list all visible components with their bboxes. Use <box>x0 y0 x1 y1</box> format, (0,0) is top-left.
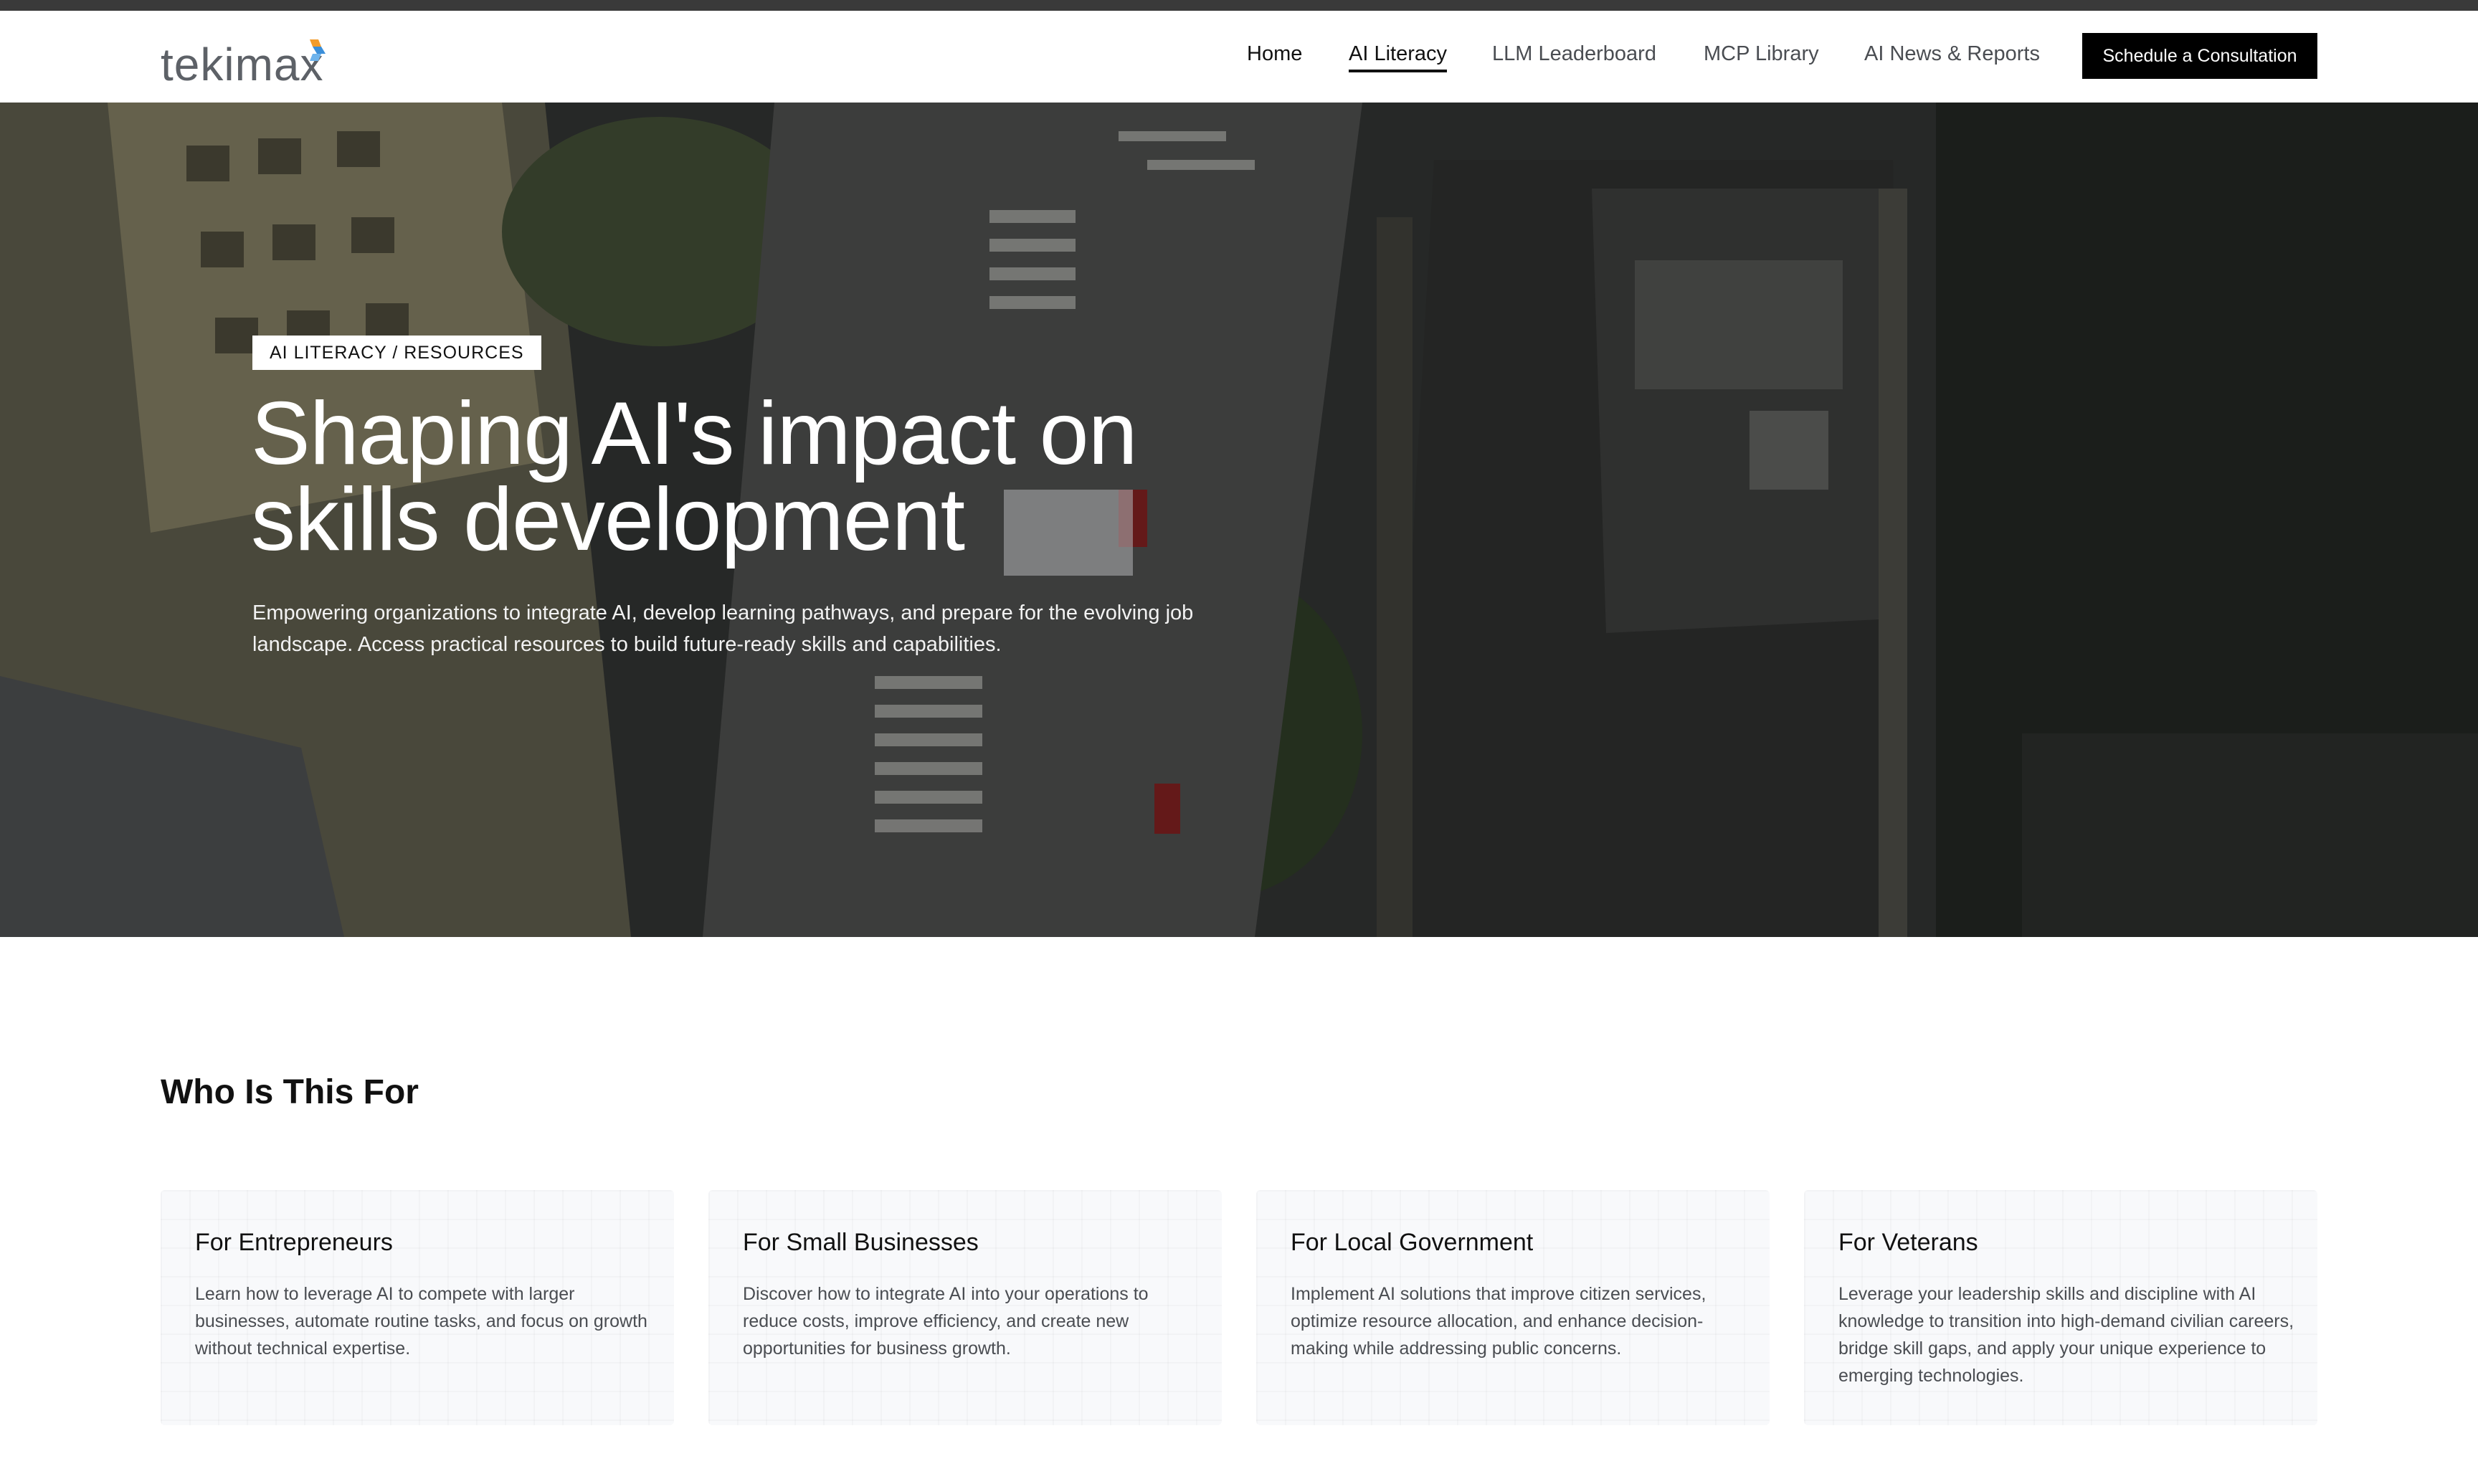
nav-home[interactable]: Home <box>1247 41 1302 67</box>
hero-title-line-2: skills development <box>251 470 965 569</box>
card-title: For Local Government <box>1291 1229 1534 1256</box>
brand-name: tekimax <box>161 39 324 90</box>
card-title: For Entrepreneurs <box>195 1229 393 1256</box>
active-tab-indicator <box>1349 70 1447 72</box>
nav-llm-leaderboard[interactable]: LLM Leaderboard <box>1492 41 1656 67</box>
card-description: Implement AI solutions that improve citi… <box>1291 1284 1706 1359</box>
card-title: For Small Businesses <box>743 1229 979 1256</box>
hero-title-line-1: Shaping AI's impact on <box>251 384 1138 483</box>
breadcrumb-badge: AI LITERACY / RESOURCES <box>252 336 541 370</box>
top-strip <box>0 0 2478 11</box>
card-small-businesses[interactable]: For Small Businesses Discover how to int… <box>708 1190 1222 1425</box>
hero-subtitle: Empowering organizations to integrate AI… <box>252 601 1194 656</box>
card-description: Leverage your leadership skills and disc… <box>1838 1284 2294 1386</box>
hero-title: Shaping AI's impact on skills developmen… <box>251 389 1326 564</box>
schedule-consultation-button[interactable]: Schedule a Consultation <box>2082 33 2317 79</box>
who-section-title: Who Is This For <box>161 1073 419 1111</box>
hero-section: AI LITERACY / RESOURCES Shaping AI's imp… <box>0 103 2478 937</box>
nav-mcp-library[interactable]: MCP Library <box>1704 41 1819 67</box>
tekimax-cube-icon <box>310 39 326 61</box>
card-entrepreneurs[interactable]: For Entrepreneurs Learn how to leverage … <box>161 1190 674 1425</box>
card-description: Discover how to integrate AI into your o… <box>743 1284 1149 1359</box>
nav-ai-literacy-label: AI Literacy <box>1349 42 1447 65</box>
navbar: tekimax Home AI Literacy LLM Leaderboard… <box>0 11 2478 103</box>
nav-ai-news-reports[interactable]: AI News & Reports <box>1864 41 2040 67</box>
card-local-government[interactable]: For Local Government Implement AI soluti… <box>1256 1190 1770 1425</box>
card-description: Learn how to leverage AI to compete with… <box>195 1284 647 1359</box>
card-title: For Veterans <box>1838 1229 1978 1256</box>
card-veterans[interactable]: For Veterans Leverage your leadership sk… <box>1804 1190 2317 1425</box>
nav-ai-literacy[interactable]: AI Literacy <box>1349 41 1447 72</box>
